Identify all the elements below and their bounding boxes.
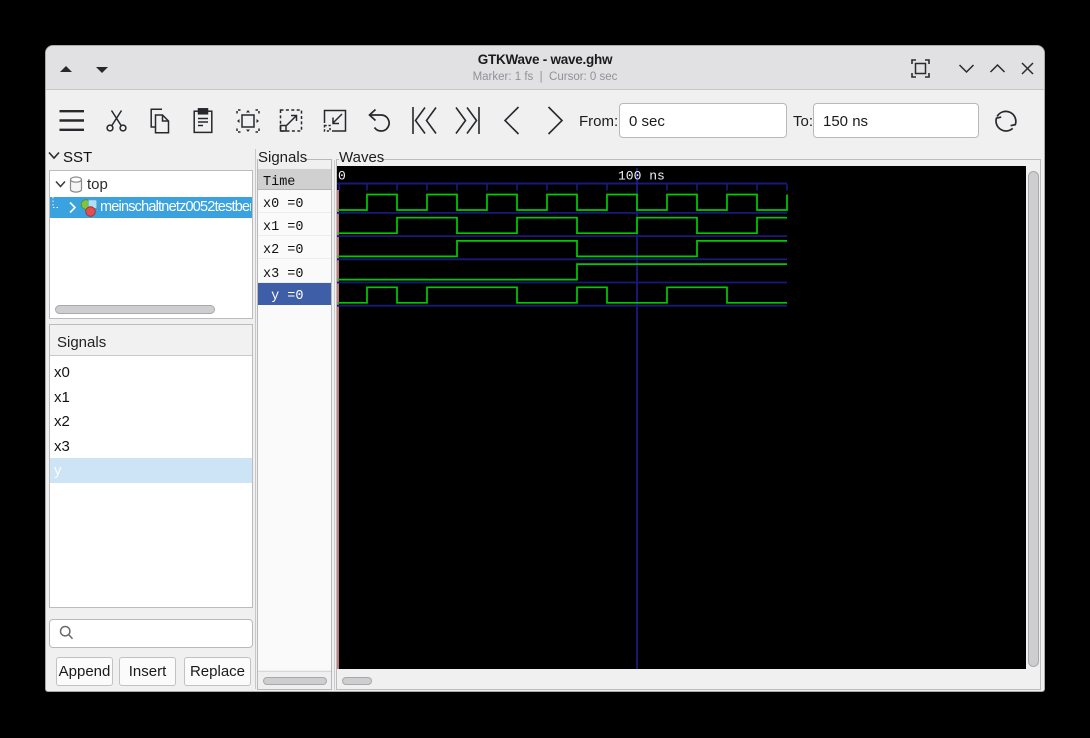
- svg-text:0: 0: [338, 169, 346, 184]
- svg-text:100 ns: 100 ns: [618, 169, 665, 184]
